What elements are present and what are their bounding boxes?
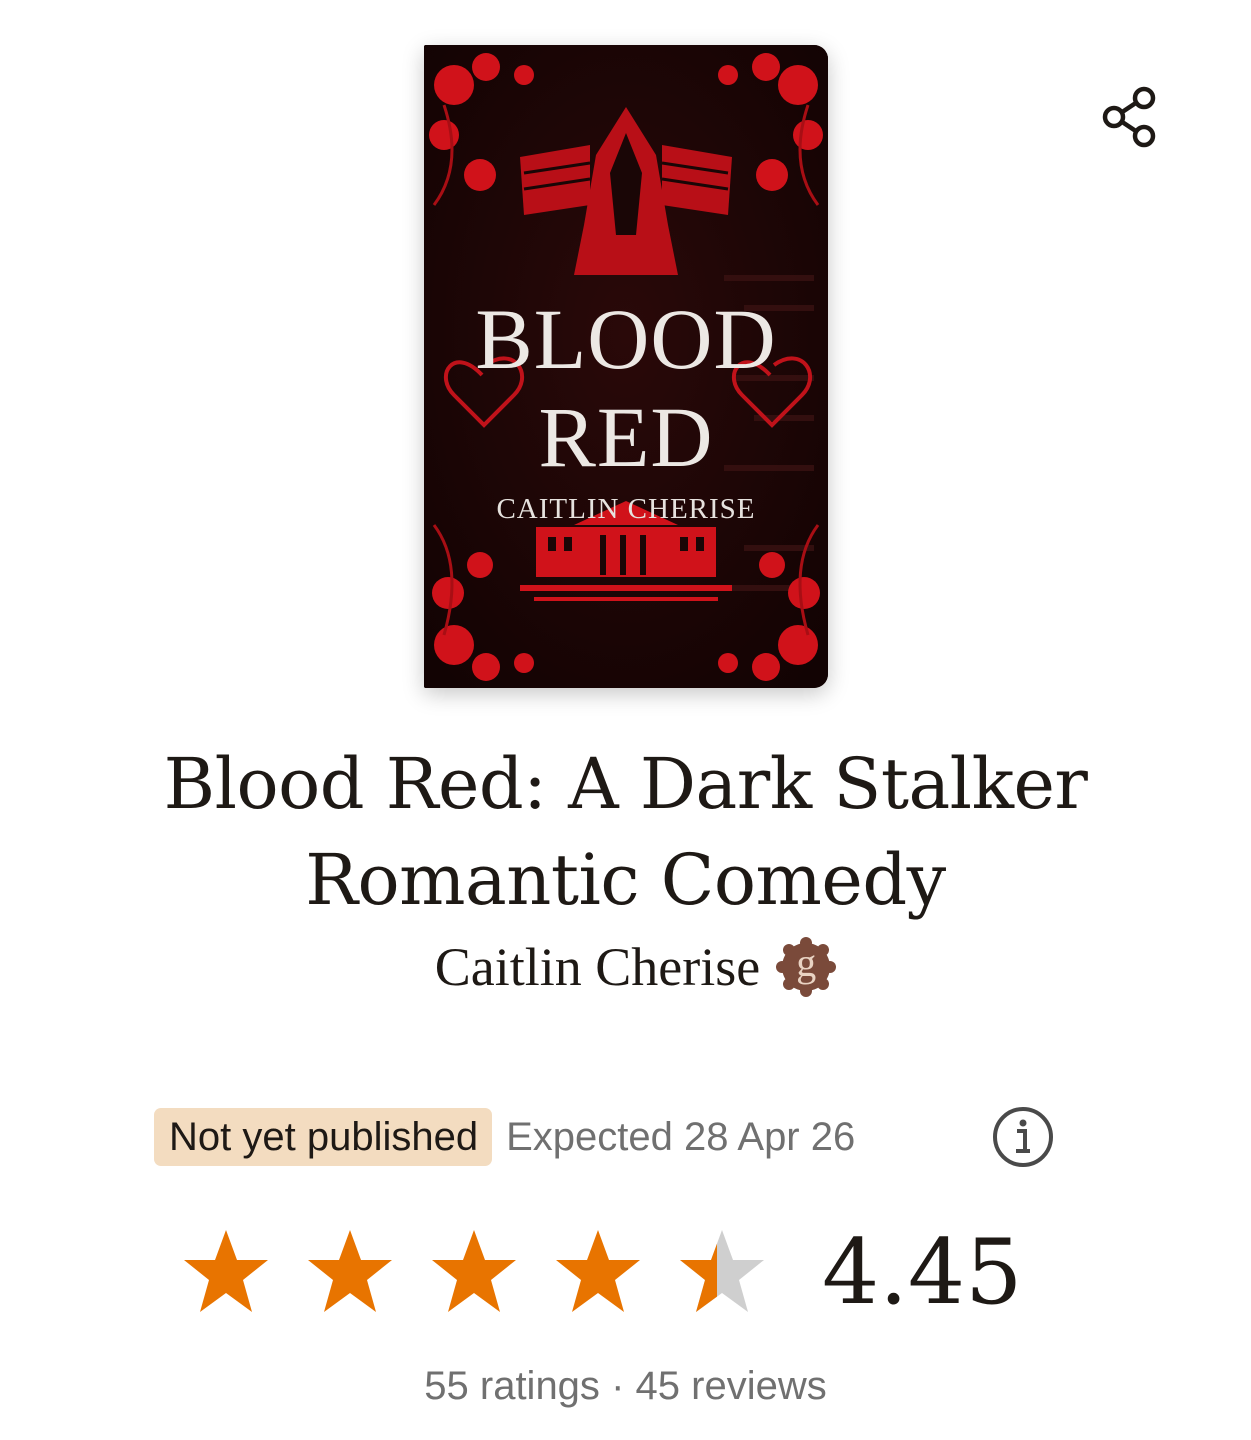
meta-separator: ·	[611, 1364, 625, 1408]
rating-stars	[180, 1226, 768, 1318]
cover-title-line1: BLOOD	[475, 291, 777, 387]
star-half-icon	[680, 1230, 764, 1312]
expected-date: Expected 28 Apr 26	[506, 1114, 856, 1159]
goodreads-author-badge-icon: g	[776, 937, 837, 997]
author-name-link[interactable]: Caitlin Cherise	[435, 936, 760, 998]
author-badge-letter: g	[796, 940, 817, 985]
star-icon	[432, 1230, 516, 1312]
average-rating: 4.45	[822, 1220, 1023, 1325]
ratings-count-link[interactable]: 55 ratings	[424, 1364, 600, 1408]
info-icon[interactable]	[992, 1106, 1054, 1168]
star-icon	[184, 1230, 268, 1312]
reviews-count-link[interactable]: 45 reviews	[636, 1364, 827, 1408]
not-published-badge: Not yet published	[154, 1108, 493, 1166]
rating-meta: 55 ratings · 45 reviews	[0, 1364, 1251, 1409]
cover-author: CAITLIN CHERISE	[496, 493, 756, 525]
book-cover[interactable]: BLOOD RED CAITLIN CHERISE	[424, 45, 828, 688]
cover-title-line2: RED	[538, 389, 714, 485]
star-icon	[556, 1230, 640, 1312]
publication-status-row: Not yet published Expected 28 Apr 26	[154, 1107, 855, 1167]
share-icon[interactable]	[1098, 84, 1162, 150]
author-row: Caitlin Cherise g	[0, 934, 1251, 1000]
book-title: Blood Red: A Dark Stalker Romantic Comed…	[163, 743, 1088, 921]
star-icon	[308, 1230, 392, 1312]
